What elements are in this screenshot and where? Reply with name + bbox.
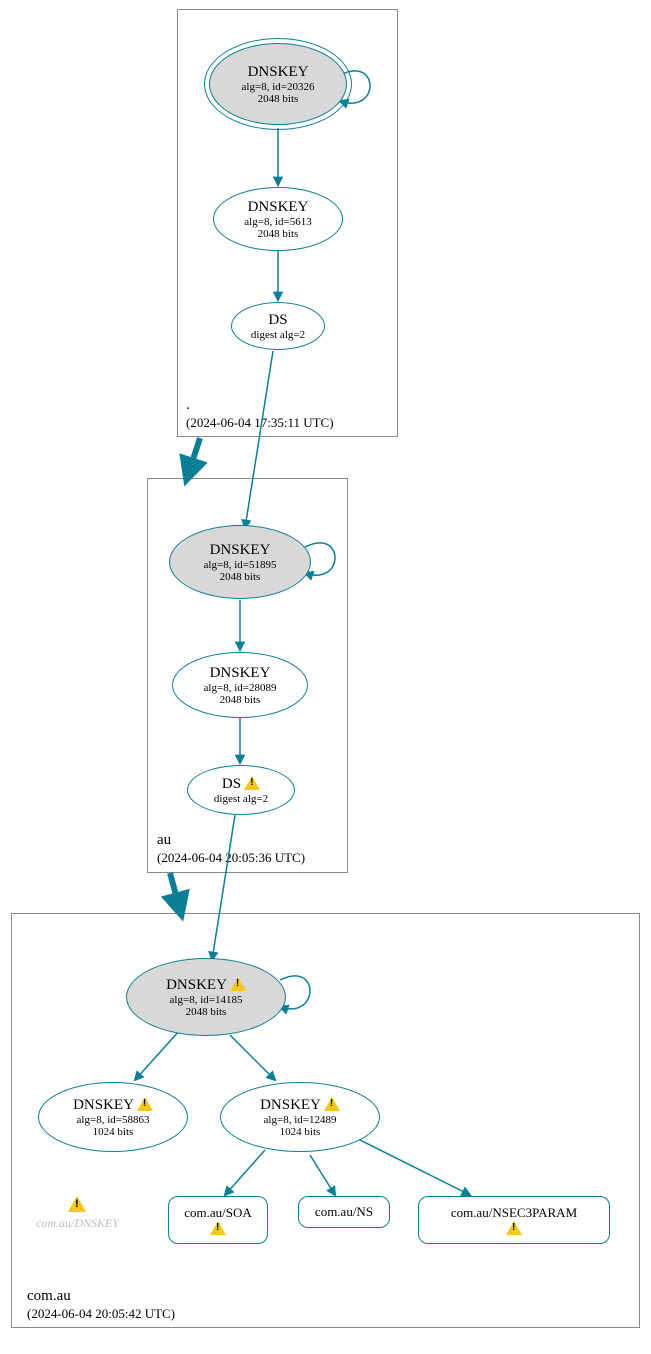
rr-soa-title: com.au/SOA (184, 1205, 252, 1221)
au-ksk-sub1: alg=8, id=51895 (204, 559, 277, 571)
au-ksk[interactable]: DNSKEY alg=8, id=51895 2048 bits (169, 525, 311, 599)
warning-icon (506, 1221, 522, 1235)
comau-zsk2[interactable]: DNSKEY alg=8, id=12489 1024 bits (220, 1082, 380, 1152)
zone-comau-ts: (2024-06-04 20:05:42 UTC) (27, 1306, 175, 1321)
au-zsk[interactable]: DNSKEY alg=8, id=28089 2048 bits (172, 652, 308, 718)
comau-zsk2-sub2: 1024 bits (280, 1126, 321, 1138)
faint-dnskey-label: com.au/DNSKEY (36, 1216, 119, 1231)
au-ksk-sub2: 2048 bits (220, 571, 261, 583)
au-ds-title: DS (222, 776, 260, 793)
comau-zsk1-sub2: 1024 bits (93, 1126, 134, 1138)
rr-ns-title: com.au/NS (315, 1204, 373, 1220)
rr-soa[interactable]: com.au/SOA (168, 1196, 268, 1244)
au-zsk-sub1: alg=8, id=28089 (204, 682, 277, 694)
warning-icon (324, 1097, 340, 1111)
root-zsk-sub2: 2048 bits (258, 228, 299, 240)
warning-icon (244, 776, 260, 790)
comau-ksk-sub1: alg=8, id=14185 (170, 994, 243, 1006)
zone-comau-name: com.au (27, 1288, 71, 1304)
au-ds-sub1: digest alg=2 (214, 793, 268, 805)
rr-nsec3[interactable]: com.au/NSEC3PARAM (418, 1196, 610, 1244)
root-ksk-sub1: alg=8, id=20326 (242, 81, 315, 93)
comau-zsk1-title: DNSKEY (73, 1097, 153, 1114)
comau-ksk[interactable]: DNSKEY alg=8, id=14185 2048 bits (126, 958, 286, 1036)
root-ds[interactable]: DS digest alg=2 (231, 302, 325, 350)
comau-zsk1[interactable]: DNSKEY alg=8, id=58863 1024 bits (38, 1082, 188, 1152)
zone-au-name: au (157, 832, 171, 848)
root-ds-sub1: digest alg=2 (251, 329, 305, 341)
zone-au-label: au (2024-06-04 20:05:36 UTC) (157, 831, 305, 867)
au-zsk-sub2: 2048 bits (220, 694, 261, 706)
root-zsk-sub1: alg=8, id=5613 (244, 216, 311, 228)
au-ksk-title: DNSKEY (210, 542, 271, 559)
warning-icon (230, 977, 246, 991)
comau-zsk1-sub1: alg=8, id=58863 (77, 1114, 150, 1126)
zone-comau-label: com.au (2024-06-04 20:05:42 UTC) (27, 1287, 175, 1323)
rr-nsec3-title: com.au/NSEC3PARAM (451, 1205, 577, 1221)
comau-ksk-sub2: 2048 bits (186, 1006, 227, 1018)
zone-au-ts: (2024-06-04 20:05:36 UTC) (157, 850, 305, 865)
au-zsk-title: DNSKEY (210, 665, 271, 682)
zone-root-ts: (2024-06-04 17:35:11 UTC) (186, 415, 334, 430)
comau-ksk-title: DNSKEY (166, 977, 246, 994)
au-ds[interactable]: DS digest alg=2 (187, 765, 295, 815)
root-zsk[interactable]: DNSKEY alg=8, id=5613 2048 bits (213, 187, 343, 251)
zone-root-label: . (2024-06-04 17:35:11 UTC) (186, 396, 334, 432)
root-ksk-sub2: 2048 bits (258, 93, 299, 105)
zone-root-name: . (186, 397, 190, 413)
root-ksk-title: DNSKEY (248, 64, 309, 81)
warning-icon (210, 1221, 226, 1235)
rr-ns[interactable]: com.au/NS (298, 1196, 390, 1228)
warning-icon (68, 1196, 86, 1212)
warning-icon (137, 1097, 153, 1111)
comau-zsk2-sub1: alg=8, id=12489 (264, 1114, 337, 1126)
root-ds-title: DS (268, 312, 287, 329)
comau-zsk2-title: DNSKEY (260, 1097, 340, 1114)
root-zsk-title: DNSKEY (248, 199, 309, 216)
root-ksk[interactable]: DNSKEY alg=8, id=20326 2048 bits (209, 43, 347, 125)
